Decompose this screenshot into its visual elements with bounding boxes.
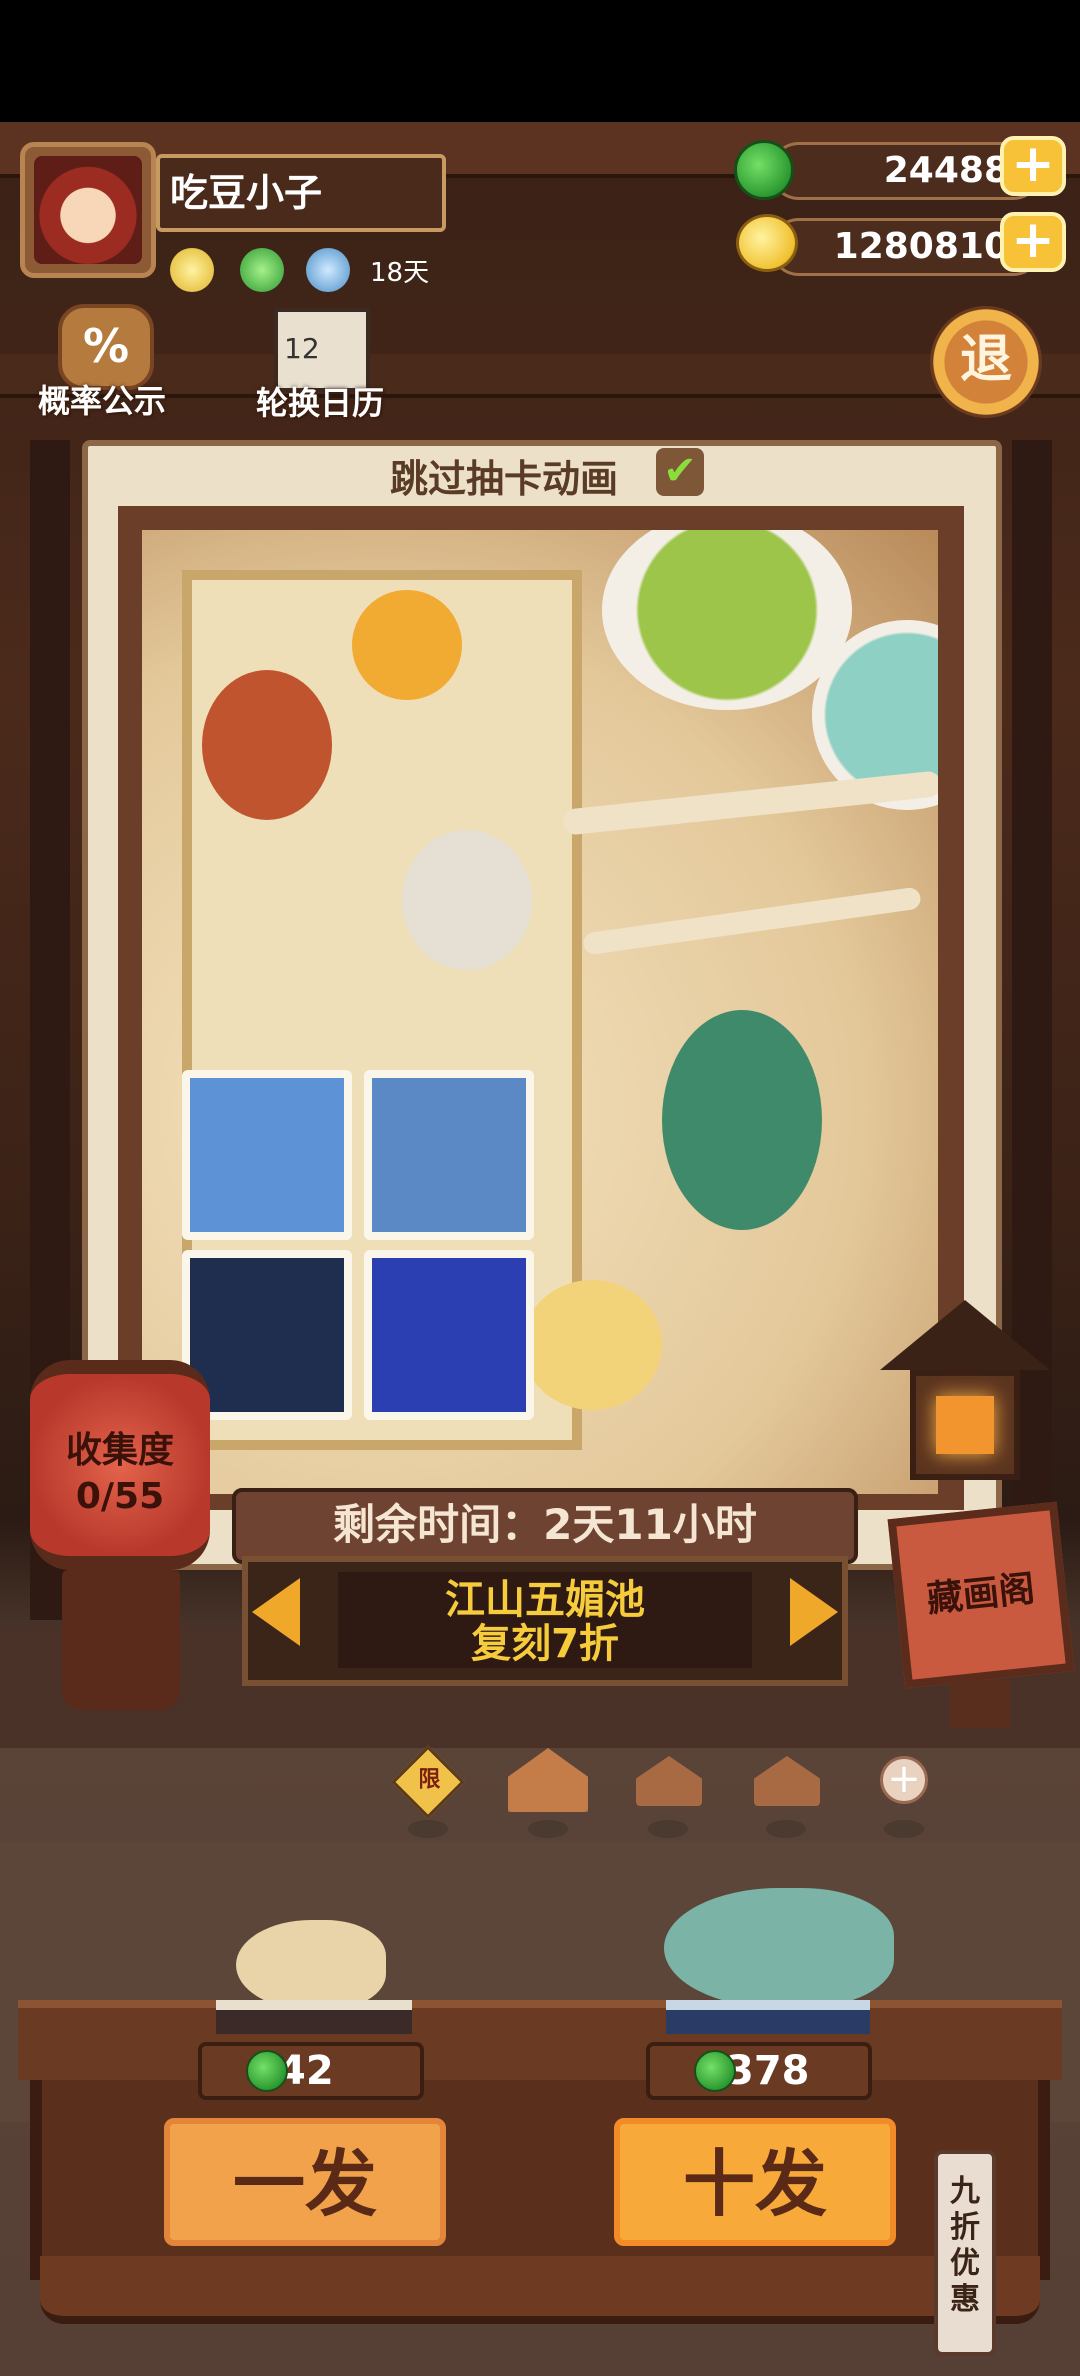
collection-hall-lamp — [910, 1370, 1020, 1480]
ink-tile-2 — [364, 1070, 534, 1240]
ten-draw-button[interactable]: 十发 — [614, 2118, 896, 2246]
lamp-window — [936, 1396, 994, 1454]
exit-button[interactable]: 退 — [930, 306, 1042, 418]
jade-icon — [694, 2050, 736, 2092]
crystal-buff-icon[interactable] — [306, 248, 350, 292]
jade-buff-icon[interactable] — [240, 248, 284, 292]
single-draw-button[interactable]: 一发 — [164, 2118, 446, 2246]
jade-icon — [246, 2050, 288, 2092]
pool-tab-add-icon[interactable]: + — [880, 1756, 928, 1804]
buff-days-remaining: 18天 — [370, 258, 430, 288]
ten-draw-price: 378 — [646, 2042, 872, 2100]
single-draw-price: 42 — [198, 2042, 424, 2100]
tab-shadow — [408, 1820, 448, 1838]
collection-progress: 0/55 — [75, 1476, 165, 1517]
probability-button-label[interactable]: 概率公示 — [38, 376, 166, 422]
tab-shadow — [884, 1820, 924, 1838]
collection-hall-button[interactable]: 藏画阁 — [887, 1501, 1075, 1689]
avatar[interactable] — [34, 156, 142, 264]
calendar-button-label[interactable]: 轮换日历 — [256, 378, 384, 424]
pool-name: 江山五媚池 — [445, 1577, 645, 1623]
previous-pool-arrow-icon[interactable] — [252, 1578, 300, 1646]
player-name: 吃豆小子 — [156, 154, 446, 232]
limited-label: 限 — [418, 1767, 441, 1793]
calendar-number: 12 — [284, 332, 320, 365]
remaining-time: 剩余时间：2天11小时 — [232, 1488, 858, 1564]
tab-shadow — [648, 1820, 688, 1838]
add-jade-button[interactable]: + — [1000, 136, 1066, 196]
pool-subtitle: 复刻7折 — [471, 1621, 619, 1667]
collection-label: 收集度 — [65, 1430, 174, 1471]
big-fish-icon — [664, 1888, 894, 2008]
coin-buff-icon[interactable] — [170, 248, 214, 292]
book-stand — [216, 2000, 412, 2034]
ink-tile-1 — [182, 1070, 352, 1240]
brush-art-2 — [582, 886, 922, 956]
red-hair-character-art — [202, 670, 332, 820]
counter-base — [40, 2256, 1040, 2324]
book-stand — [666, 2000, 870, 2034]
jade-icon — [734, 140, 794, 200]
small-fish-icon — [236, 1920, 386, 2010]
tab-shadow — [766, 1820, 806, 1838]
tab-shadow — [528, 1820, 568, 1838]
ink-tile-4 — [364, 1250, 534, 1420]
add-coins-button[interactable]: + — [1000, 212, 1066, 272]
green-hair-character-art — [662, 1010, 822, 1230]
pool-selector: 江山五媚池 复刻7折 — [242, 1556, 848, 1686]
counter-top — [18, 2000, 1062, 2080]
pool-name-panel: 江山五媚池 复刻7折 — [338, 1572, 752, 1668]
skip-animation-checkbox[interactable]: ✔ — [656, 448, 704, 496]
next-pool-arrow-icon[interactable] — [790, 1578, 838, 1646]
orange-ball-art — [352, 590, 462, 700]
tea-bowl-art — [602, 530, 852, 710]
discount-tag: 九折优惠 — [934, 2150, 996, 2356]
skip-animation-label: 跳过抽卡动画 — [390, 457, 619, 501]
pool-artwork — [142, 530, 938, 1494]
lantern-stand — [62, 1570, 180, 1710]
collection-hall-post — [950, 1680, 1010, 1728]
coin-icon — [736, 214, 798, 272]
blonde-character-art — [522, 1280, 662, 1410]
collection-hall-label: 藏画阁 — [925, 1568, 1037, 1621]
white-hair-character-art — [402, 830, 532, 970]
collection-lantern[interactable]: 收集度 0/55 — [30, 1360, 210, 1570]
